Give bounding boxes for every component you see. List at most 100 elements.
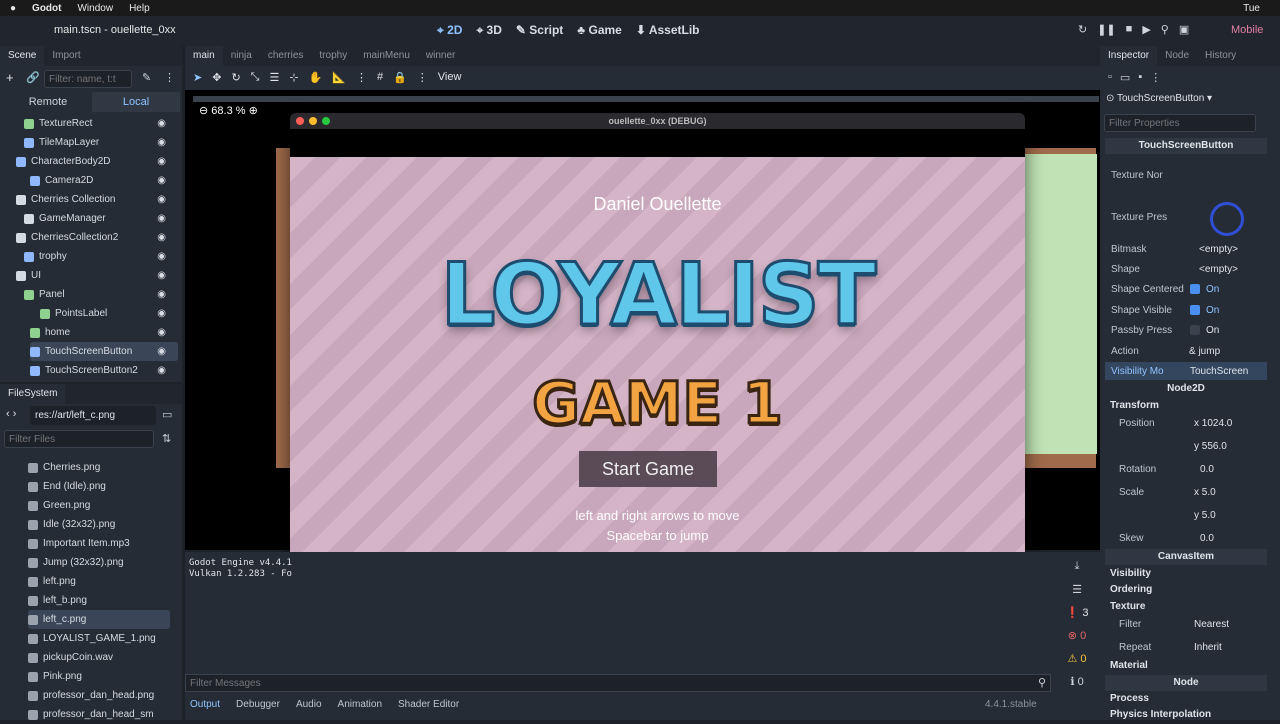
ordering-section[interactable]: Ordering (1110, 584, 1152, 595)
pin-icon[interactable]: ⤓ (1075, 560, 1080, 573)
shape-value[interactable]: <empty> (1199, 264, 1238, 275)
file-item[interactable]: Cherries.png (28, 458, 170, 477)
physics-interpolation-section[interactable]: Physics Interpolation (1110, 709, 1211, 720)
file-item[interactable]: Idle (32x32).png (28, 515, 170, 534)
visibility-eye-icon[interactable]: ◉ (157, 175, 166, 186)
stop-icon[interactable]: ■ (1126, 23, 1133, 36)
open-resource-icon[interactable]: ▭ (1120, 71, 1130, 84)
scene-filter-input[interactable] (44, 70, 132, 88)
close-dot-icon[interactable] (296, 117, 304, 125)
scene-node-texturerect[interactable]: TextureRect ◉ (24, 114, 178, 133)
menu-app[interactable]: Godot (32, 3, 61, 14)
pivot-tool-icon[interactable]: ⊹ (289, 71, 298, 84)
start-game-button[interactable]: Start Game (579, 451, 717, 487)
apple-icon[interactable]: ● (10, 3, 16, 14)
scene-node-home[interactable]: home ◉ (30, 323, 178, 342)
file-item[interactable]: Green.png (28, 496, 170, 515)
scale-x[interactable]: x 5.0 (1194, 487, 1216, 498)
inspector-tab-inspector[interactable]: Inspector (1100, 46, 1158, 66)
minimize-dot-icon[interactable] (309, 117, 317, 125)
scene-node-panel[interactable]: Panel ◉ (24, 285, 178, 304)
rotation-value[interactable]: 0.0 (1200, 464, 1214, 475)
visibility-eye-icon[interactable]: ◉ (157, 194, 166, 205)
scene-node-gamemanager[interactable]: GameManager ◉ (24, 209, 178, 228)
visibility-eye-icon[interactable]: ◉ (157, 346, 166, 357)
position-y[interactable]: y 556.0 (1194, 441, 1227, 452)
file-item[interactable]: Important Item.mp3 (28, 534, 170, 553)
bitmask-value[interactable]: <empty> (1199, 244, 1238, 255)
scene-node-cherriescollection2[interactable]: CherriesCollection2 ◉ (16, 228, 178, 247)
menu-window[interactable]: Window (77, 3, 113, 14)
scene-node-trophy[interactable]: trophy ◉ (24, 247, 178, 266)
visibility-eye-icon[interactable]: ◉ (157, 327, 166, 338)
resource-options-icon[interactable]: ⋮ (1150, 71, 1161, 84)
ruler-tool-icon[interactable]: 📐 (332, 71, 346, 84)
file-item[interactable]: End (Idle).png (28, 477, 170, 496)
scale-y[interactable]: y 5.0 (1194, 510, 1216, 521)
options-icon[interactable]: ⋮ (164, 71, 175, 84)
inspector-tab-history[interactable]: History (1197, 46, 1244, 66)
snap-icon[interactable]: ⋮ (356, 71, 367, 84)
bottom-tab-debugger[interactable]: Debugger (236, 699, 280, 710)
message-count[interactable]: ❗ 3 (1066, 606, 1089, 619)
bottom-tab-animation[interactable]: Animation (338, 699, 382, 710)
file-item[interactable]: professor_dan_head.png (28, 686, 170, 705)
fs-filter-input[interactable] (4, 430, 154, 448)
file-item[interactable]: left_c.png (28, 610, 170, 629)
skew-value[interactable]: 0.0 (1200, 533, 1214, 544)
scene-tab-ninja[interactable]: ninja (223, 46, 260, 66)
visibility-eye-icon[interactable]: ◉ (157, 213, 166, 224)
fs-path-field[interactable]: res://art/left_c.png (30, 406, 156, 425)
scene-tab-mainmenu[interactable]: mainMenu (355, 46, 418, 66)
visibility-eye-icon[interactable]: ◉ (157, 251, 166, 262)
tab-filesystem[interactable]: FileSystem (0, 384, 66, 404)
action-value[interactable]: & jump (1189, 346, 1220, 357)
play-icon[interactable]: ▶ (1142, 23, 1150, 36)
visibility-eye-icon[interactable]: ◉ (157, 156, 166, 167)
visibility-eye-icon[interactable]: ◉ (157, 365, 166, 376)
visibility-eye-icon[interactable]: ◉ (157, 118, 166, 129)
file-item[interactable]: left.png (28, 572, 170, 591)
scene-tab-cherries[interactable]: cherries (260, 46, 312, 66)
split-view-icon[interactable]: ▭ (162, 408, 172, 421)
transform-section[interactable]: Transform (1110, 400, 1159, 411)
mode-game[interactable]: ♣ Game (577, 23, 622, 38)
visibility-eye-icon[interactable]: ◉ (157, 137, 166, 148)
view-menu[interactable]: View (438, 71, 462, 83)
inspector-tab-node[interactable]: Node (1157, 46, 1197, 66)
scene-node-camera2d[interactable]: Camera2D ◉ (30, 171, 178, 190)
scene-node-touchscreenbutton2[interactable]: TouchScreenButton2 ◉ (30, 361, 178, 380)
scene-tab-main[interactable]: main (185, 46, 223, 66)
scene-node-tilemaplayer[interactable]: TileMapLayer ◉ (24, 133, 178, 152)
tab-import[interactable]: Import (44, 46, 88, 66)
filter-lines-icon[interactable]: ☰ (1072, 583, 1082, 596)
renderer-select[interactable]: Mobile (1231, 24, 1263, 36)
info-count[interactable]: ℹ 0 (1070, 675, 1083, 688)
history-arrows-icon[interactable]: ‹ › (6, 408, 16, 420)
grid-icon[interactable]: # (377, 71, 383, 83)
mode-3d[interactable]: ⌖ 3D (476, 23, 501, 38)
inspected-node[interactable]: ⊙ TouchScreenButton ▾ (1106, 93, 1256, 104)
file-item[interactable]: pickupCoin.wav (28, 648, 170, 667)
output-filter-input[interactable] (185, 674, 1051, 692)
scene-node-pointslabel[interactable]: PointsLabel ◉ (40, 304, 178, 323)
passby-checkbox[interactable]: On (1190, 325, 1219, 336)
error-count[interactable]: ⊗ 0 (1068, 629, 1086, 642)
movie-icon[interactable]: ▣ (1179, 23, 1189, 36)
scene-node-cherries-collection[interactable]: Cherries Collection ◉ (16, 190, 178, 209)
material-section[interactable]: Material (1110, 660, 1148, 671)
property-filter-input[interactable] (1104, 114, 1256, 132)
select-tool-icon[interactable]: ➤ (193, 71, 202, 84)
add-node-icon[interactable]: + (6, 70, 14, 85)
visibility-eye-icon[interactable]: ◉ (157, 308, 166, 319)
scene-tab-winner[interactable]: winner (418, 46, 463, 66)
shape-centered-checkbox[interactable]: On (1190, 284, 1219, 295)
list-tool-icon[interactable]: ☰ (269, 71, 279, 84)
lock-icon[interactable]: 🔒 (393, 71, 407, 84)
visibility-mode-select[interactable]: TouchScreen (1190, 366, 1248, 377)
filter-select[interactable]: Nearest (1194, 619, 1229, 630)
repeat-select[interactable]: Inherit (1194, 642, 1222, 653)
position-x[interactable]: x 1024.0 (1194, 418, 1232, 429)
search-icon[interactable]: ⚲ (1038, 676, 1046, 689)
file-item[interactable]: Jump (32x32).png (28, 553, 170, 572)
